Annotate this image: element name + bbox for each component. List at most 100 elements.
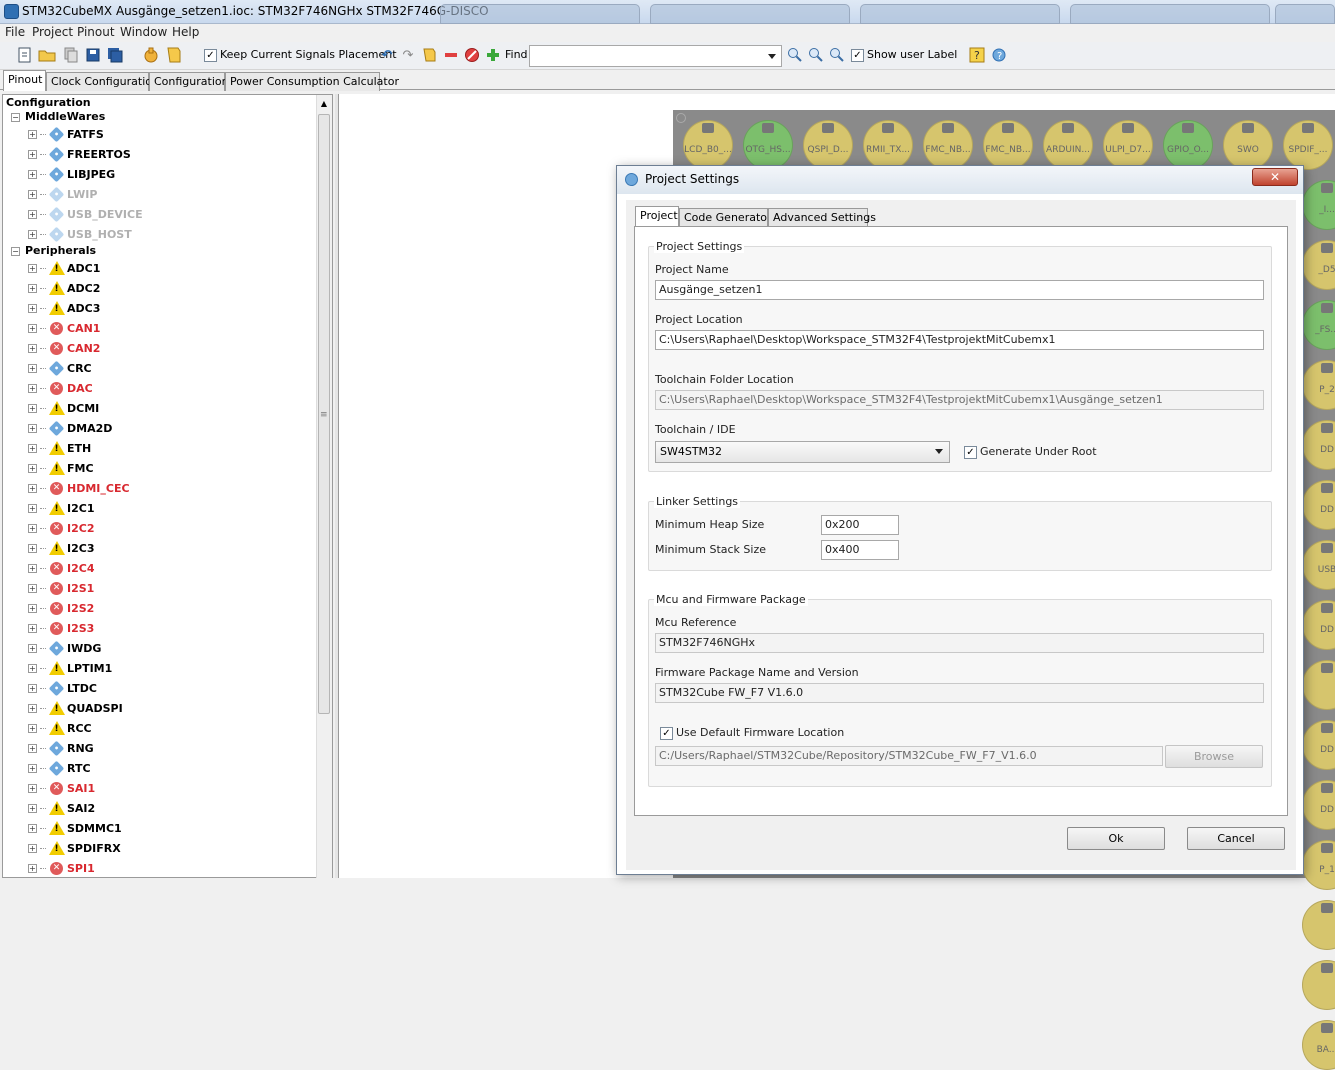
tree-item[interactable]: + ✕ I2C4 bbox=[28, 560, 94, 576]
expand-icon[interactable]: + bbox=[28, 703, 37, 713]
tree-item[interactable]: +! ADC2 bbox=[28, 280, 100, 296]
project-location-input[interactable]: C:\Users\Raphael\Desktop\Workspace_STM32… bbox=[655, 330, 1264, 350]
expand-icon[interactable]: + bbox=[28, 363, 37, 373]
expand-icon[interactable]: + bbox=[28, 443, 37, 453]
expand-icon[interactable]: + bbox=[28, 643, 37, 653]
heap-size-input[interactable]: 0x200 bbox=[821, 515, 899, 535]
close-icon[interactable]: ✕ bbox=[1252, 168, 1298, 186]
expand-icon[interactable]: + bbox=[28, 623, 37, 633]
expand-icon[interactable]: + bbox=[28, 169, 37, 179]
tree-item[interactable]: + • IWDG bbox=[28, 640, 101, 656]
cancel-button[interactable]: Cancel bbox=[1187, 827, 1285, 850]
expand-icon[interactable]: + bbox=[28, 523, 37, 533]
generate-code-icon[interactable] bbox=[165, 46, 183, 64]
open-folder-icon[interactable] bbox=[38, 46, 56, 64]
tree-item[interactable]: + ✕ DAC bbox=[28, 380, 93, 396]
expand-icon[interactable]: + bbox=[28, 403, 37, 413]
expand-icon[interactable]: + bbox=[28, 683, 37, 693]
tree-item[interactable]: + ✕ I2S1 bbox=[28, 580, 94, 596]
pin[interactable]: FMC_NB... bbox=[983, 120, 1033, 170]
keep-signals-checkbox[interactable]: ✓ bbox=[204, 49, 217, 62]
tree-item[interactable]: + ✕ SAI1 bbox=[28, 780, 95, 796]
pin[interactable]: FMC_NB... bbox=[923, 120, 973, 170]
tree-item[interactable]: +! ETH bbox=[28, 440, 91, 456]
menu-project[interactable]: Project bbox=[32, 25, 73, 39]
browse-button[interactable]: Browse bbox=[1165, 745, 1263, 768]
pin[interactable]: QSPI_D... bbox=[803, 120, 853, 170]
project-name-input[interactable]: Ausgänge_setzen1 bbox=[655, 280, 1264, 300]
expand-icon[interactable]: + bbox=[28, 543, 37, 553]
tree-item[interactable]: + ✕ HDMI_CEC bbox=[28, 480, 130, 496]
tab-project[interactable]: Project bbox=[635, 206, 679, 227]
tree-item[interactable]: + • USB_HOST bbox=[28, 226, 132, 242]
expand-icon[interactable]: + bbox=[28, 503, 37, 513]
expand-icon[interactable]: + bbox=[28, 463, 37, 473]
tree-item[interactable]: +! LPTIM1 bbox=[28, 660, 112, 676]
expand-icon[interactable]: + bbox=[28, 803, 37, 813]
expand-icon[interactable]: + bbox=[28, 323, 37, 333]
pin[interactable]: LCD_B0_... bbox=[683, 120, 733, 170]
zoom-in-icon[interactable] bbox=[786, 46, 804, 64]
pin[interactable]: ULPI_D7... bbox=[1103, 120, 1153, 170]
tree-item[interactable]: +! SPDIFRX bbox=[28, 840, 121, 856]
expand-icon[interactable]: + bbox=[28, 229, 37, 239]
tree-item[interactable]: +! RCC bbox=[28, 720, 92, 736]
tree-item[interactable]: +! I2C1 bbox=[28, 500, 94, 516]
zoom-fit-icon[interactable] bbox=[828, 46, 846, 64]
menu-pinout[interactable]: Pinout bbox=[77, 25, 115, 39]
pin-script-icon[interactable] bbox=[420, 46, 438, 64]
tree-item[interactable]: + • LIBJPEG bbox=[28, 166, 115, 182]
zoom-out-icon[interactable] bbox=[807, 46, 825, 64]
help-icon[interactable]: ? bbox=[968, 46, 986, 64]
generate-report-icon[interactable] bbox=[142, 46, 160, 64]
expand-icon[interactable]: + bbox=[28, 763, 37, 773]
pin[interactable]: SPDIF_... bbox=[1283, 120, 1333, 170]
tree-item[interactable]: +! FMC bbox=[28, 460, 94, 476]
use-default-fw-checkbox[interactable]: ✓ bbox=[660, 727, 673, 740]
ok-button[interactable]: Ok bbox=[1067, 827, 1165, 850]
pin[interactable] bbox=[1302, 960, 1335, 1010]
tree-item[interactable]: +! ADC3 bbox=[28, 300, 100, 316]
add-icon[interactable] bbox=[484, 46, 502, 64]
tree-item[interactable]: + ✕ CAN2 bbox=[28, 340, 100, 356]
tree-item[interactable]: + ✕ I2C2 bbox=[28, 520, 94, 536]
pin[interactable] bbox=[1302, 900, 1335, 950]
tab-code-generator[interactable]: Code Generator bbox=[679, 208, 772, 227]
expand-icon[interactable]: + bbox=[28, 663, 37, 673]
collapse-peripherals-icon[interactable]: − bbox=[11, 247, 20, 256]
expand-icon[interactable]: + bbox=[28, 383, 37, 393]
tree-item[interactable]: +! SDMMC1 bbox=[28, 820, 122, 836]
expand-icon[interactable]: + bbox=[28, 209, 37, 219]
tree-item[interactable]: +! SAI2 bbox=[28, 800, 95, 816]
stack-size-input[interactable]: 0x400 bbox=[821, 540, 899, 560]
tree-item[interactable]: +! DCMI bbox=[28, 400, 99, 416]
expand-icon[interactable]: + bbox=[28, 343, 37, 353]
pin[interactable]: ARDUIN... bbox=[1043, 120, 1093, 170]
tree-item[interactable]: + • USB_DEVICE bbox=[28, 206, 143, 222]
toolchain-ide-select[interactable]: SW4STM32 bbox=[655, 441, 950, 463]
show-user-label-checkbox[interactable]: ✓ bbox=[851, 49, 864, 62]
clear-pinout-icon[interactable] bbox=[463, 46, 481, 64]
tree-group-middlewares[interactable]: MiddleWares bbox=[25, 110, 105, 123]
remove-icon[interactable] bbox=[442, 46, 460, 64]
pin[interactable]: SWO bbox=[1223, 120, 1273, 170]
tree-item[interactable]: + • FATFS bbox=[28, 126, 104, 142]
expand-icon[interactable]: + bbox=[28, 843, 37, 853]
tree-item[interactable]: + • LTDC bbox=[28, 680, 97, 696]
menu-help[interactable]: Help bbox=[172, 25, 199, 39]
tree-item[interactable]: + • RNG bbox=[28, 740, 94, 756]
menu-file[interactable]: File bbox=[5, 25, 25, 39]
tab-advanced-settings[interactable]: Advanced Settings bbox=[768, 208, 876, 227]
tree-item[interactable]: + ✕ I2S2 bbox=[28, 600, 94, 616]
undo-icon[interactable]: ↶ bbox=[378, 46, 396, 64]
expand-icon[interactable]: + bbox=[28, 149, 37, 159]
tab-pinout[interactable]: Pinout bbox=[3, 70, 46, 91]
tab-clock-configuration[interactable]: Clock Configuration bbox=[46, 72, 159, 91]
expand-icon[interactable]: + bbox=[28, 783, 37, 793]
expand-icon[interactable]: + bbox=[28, 743, 37, 753]
expand-icon[interactable]: + bbox=[28, 563, 37, 573]
collapse-middlewares-icon[interactable]: − bbox=[11, 113, 20, 122]
pin[interactable]: GPIO_O... bbox=[1163, 120, 1213, 170]
expand-icon[interactable]: + bbox=[28, 603, 37, 613]
expand-icon[interactable]: + bbox=[28, 189, 37, 199]
